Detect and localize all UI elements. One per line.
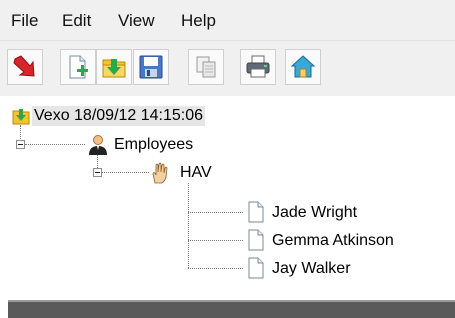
menu-file[interactable]: File <box>11 9 38 33</box>
tree-node-employees[interactable]: Employees <box>114 135 193 155</box>
printer-icon <box>246 55 270 78</box>
hand-icon <box>152 162 168 184</box>
person-icon <box>89 135 107 155</box>
home-icon <box>290 55 316 78</box>
document-icon <box>248 257 264 279</box>
copy-button[interactable] <box>188 49 224 85</box>
new-button[interactable] <box>60 49 96 85</box>
menu-view[interactable]: View <box>118 9 155 33</box>
import-button[interactable] <box>7 49 43 85</box>
menu-edit[interactable]: Edit <box>62 9 91 33</box>
new-document-icon <box>69 55 88 79</box>
red-arrow-down-icon <box>13 55 35 77</box>
tree-connector <box>25 144 85 145</box>
copy-icon <box>196 56 216 78</box>
tree-connector <box>102 172 149 173</box>
tree-connector <box>188 183 189 268</box>
tree-leaf-employee[interactable]: Jay Walker <box>272 259 351 279</box>
collapse-employees-toggle[interactable] <box>16 140 25 149</box>
save-button[interactable] <box>133 49 169 85</box>
toolbar <box>0 41 455 96</box>
tree-view: Vexo 18/09/12 14:15:06 Employees HAV Jad… <box>0 97 455 297</box>
tree-leaf-employee[interactable]: Jade Wright <box>272 203 357 223</box>
folder-arrow-icon <box>12 109 30 125</box>
tree-connector <box>20 125 21 139</box>
tree-connector <box>188 212 243 213</box>
document-icon <box>248 229 264 251</box>
menu-help[interactable]: Help <box>181 9 216 33</box>
document-icon <box>248 201 264 223</box>
tree-leaf-employee[interactable]: Gemma Atkinson <box>272 231 394 251</box>
save-disk-icon <box>139 55 163 79</box>
home-button[interactable] <box>285 49 321 85</box>
open-folder-icon <box>102 59 126 78</box>
print-button[interactable] <box>240 49 276 85</box>
collapse-hav-toggle[interactable] <box>93 168 102 177</box>
tree-node-hav[interactable]: HAV <box>180 163 212 183</box>
tree-connector <box>188 240 243 241</box>
tree-connector <box>97 155 98 168</box>
horizontal-scrollbar[interactable] <box>8 300 455 318</box>
tree-connector <box>188 268 243 269</box>
menu-bar: File Edit View Help <box>0 0 455 41</box>
open-button[interactable] <box>96 49 132 85</box>
tree-root-label[interactable]: Vexo 18/09/12 14:15:06 <box>32 106 206 126</box>
